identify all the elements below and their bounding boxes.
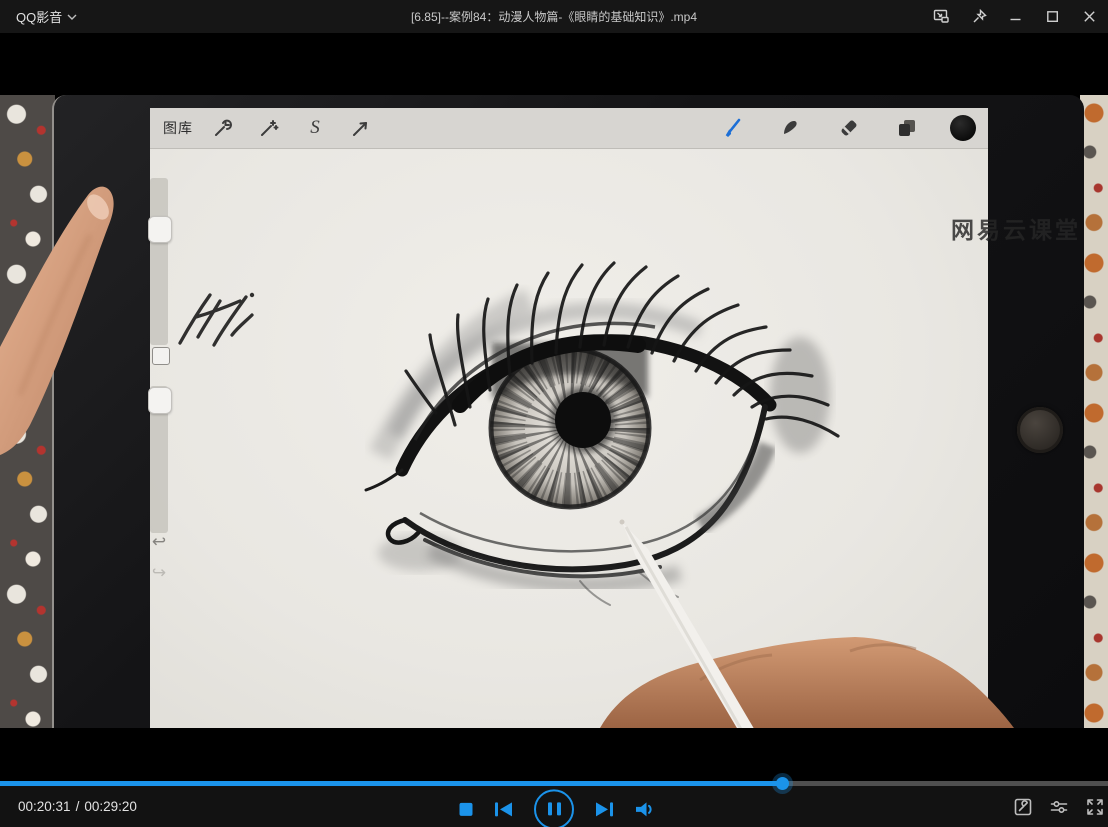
- procreate-toolbar: 图库 S: [150, 108, 988, 149]
- brush-size-handle: [148, 216, 172, 243]
- playback-settings-button[interactable]: [1049, 797, 1069, 817]
- right-controls: [1013, 786, 1105, 827]
- ipad-home-button: [1017, 407, 1063, 453]
- progress-bar[interactable]: [0, 781, 1108, 786]
- fullscreen-icon: [1085, 797, 1105, 817]
- app-name-label: QQ影音: [16, 7, 62, 26]
- undo-icon: ↩: [146, 532, 172, 552]
- volume-button[interactable]: [635, 801, 655, 817]
- skip-back-icon: [494, 801, 513, 817]
- mini-mode-icon: [933, 9, 950, 24]
- pin-on-top-button[interactable]: [960, 0, 997, 33]
- layers-icon: [896, 117, 918, 139]
- app-menu[interactable]: QQ影音: [16, 0, 77, 33]
- skip-forward-icon: [595, 801, 614, 817]
- fullscreen-button[interactable]: [1085, 797, 1105, 817]
- maximize-button[interactable]: [1034, 0, 1071, 33]
- color-swatch: [950, 115, 976, 141]
- minimize-icon: [1009, 10, 1022, 23]
- progress-fill: [0, 781, 783, 786]
- time-separator: /: [76, 799, 80, 814]
- speaker-icon: [635, 801, 655, 817]
- minimize-button[interactable]: [997, 0, 1034, 33]
- brush-opacity-handle: [148, 387, 172, 414]
- window-controls: [923, 0, 1108, 33]
- stop-button[interactable]: [459, 802, 473, 816]
- app-window: QQ影音 [6.85]--案例84：动漫人物篇-《眼睛的基础知识》.mp4: [0, 0, 1108, 827]
- adjustments-wand-icon: [258, 117, 280, 139]
- capture-tool-button[interactable]: [1013, 797, 1033, 817]
- brush-size-slider: [150, 178, 168, 345]
- close-button[interactable]: [1071, 0, 1108, 33]
- title-bar: QQ影音 [6.85]--案例84：动漫人物篇-《眼睛的基础知识》.mp4: [0, 0, 1108, 33]
- chevron-down-icon: [67, 12, 77, 22]
- sidebar-modify-button: [152, 347, 170, 365]
- video-display-area[interactable]: 图库 S: [0, 33, 1108, 781]
- control-bar: 00:20:31 / 00:29:20: [0, 786, 1108, 827]
- brush-icon: [722, 117, 744, 139]
- fabric-background-right: [1080, 95, 1108, 728]
- time-display: 00:20:31 / 00:29:20: [18, 786, 137, 827]
- close-icon: [1083, 10, 1096, 23]
- maximize-icon: [1046, 10, 1059, 23]
- eraser-icon: [838, 117, 860, 139]
- current-time: 00:20:31: [18, 799, 71, 814]
- pin-icon: [971, 9, 987, 25]
- stop-icon: [459, 802, 473, 816]
- fabric-background-left: [0, 95, 55, 728]
- mini-mode-button[interactable]: [923, 0, 960, 33]
- procreate-gallery-label: 图库: [163, 108, 193, 148]
- video-frame: 图库 S: [0, 95, 1108, 728]
- selection-icon: S: [304, 117, 326, 139]
- transform-arrow-icon: [350, 117, 372, 139]
- previous-button[interactable]: [494, 801, 513, 817]
- redo-icon: ↪: [146, 563, 172, 583]
- smudge-icon: [780, 117, 802, 139]
- next-button[interactable]: [595, 801, 614, 817]
- transport-controls: [459, 789, 655, 827]
- total-time: 00:29:20: [84, 799, 137, 814]
- pause-button[interactable]: [534, 789, 574, 827]
- ipad-screen: 图库 S: [150, 108, 988, 728]
- pause-icon: [548, 802, 552, 815]
- capture-tool-icon: [1013, 797, 1033, 817]
- settings-sliders-icon: [1049, 797, 1069, 817]
- wrench-icon: [212, 117, 234, 139]
